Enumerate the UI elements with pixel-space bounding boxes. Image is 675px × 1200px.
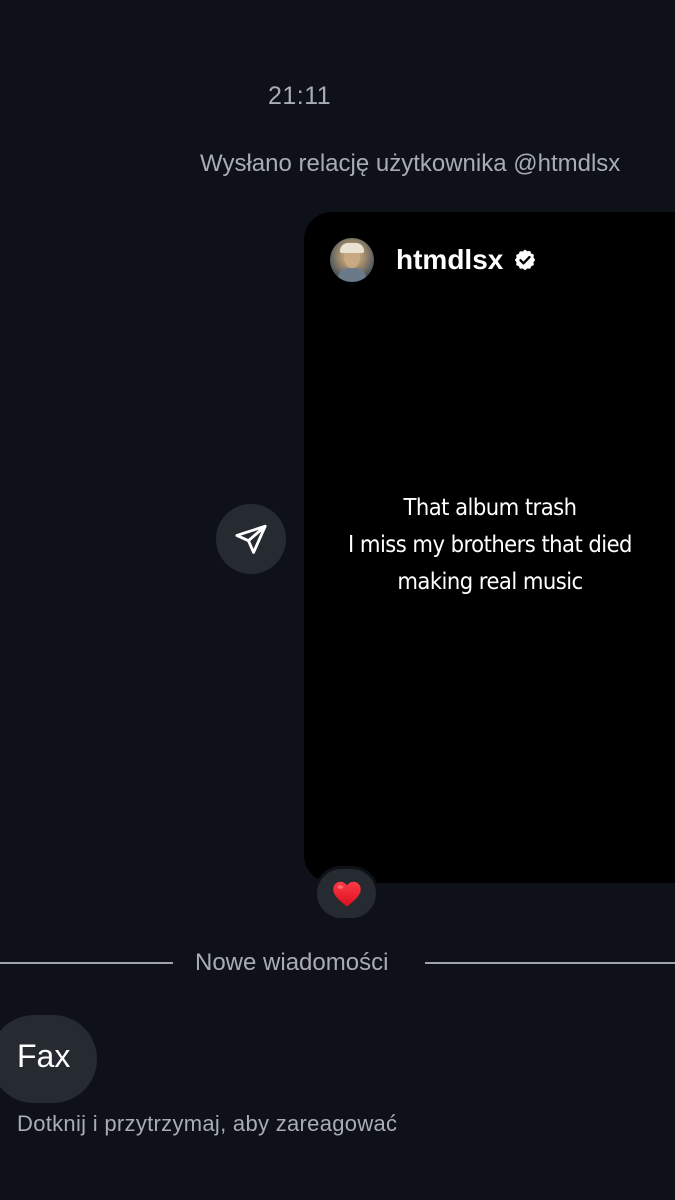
shared-story-card[interactable]: htmdlsx That album trash I miss my broth… bbox=[304, 212, 675, 883]
share-story-button[interactable] bbox=[216, 504, 286, 574]
reaction-hint: Dotknij i przytrzymaj, aby zareagować bbox=[17, 1111, 398, 1136]
story-text: That album trash I miss my brothers that… bbox=[319, 490, 661, 601]
message-text[interactable]: Fax bbox=[17, 1038, 70, 1075]
story-text-line: That album trash bbox=[403, 495, 577, 521]
story-header[interactable]: htmdlsx bbox=[330, 238, 537, 282]
verified-badge-icon bbox=[515, 249, 536, 271]
story-share-caption: Wysłano relację użytkownika @htmdlsx bbox=[200, 150, 621, 177]
paper-plane-icon bbox=[235, 524, 267, 554]
story-author-username[interactable]: htmdlsx bbox=[396, 244, 503, 276]
divider-line-right bbox=[425, 962, 675, 964]
story-text-line: making real music bbox=[397, 569, 583, 595]
message-timestamp: 21:11 bbox=[268, 82, 332, 110]
new-messages-divider: Nowe wiadomości bbox=[195, 949, 389, 976]
red-heart-emoji bbox=[332, 881, 361, 906]
heart-reaction-badge[interactable] bbox=[314, 866, 379, 921]
story-author-avatar[interactable] bbox=[330, 238, 374, 282]
dm-thread-screen: 21:11 Wysłano relację użytkownika @htmdl… bbox=[0, 0, 675, 1200]
story-text-line: I miss my brothers that died bbox=[348, 532, 632, 558]
divider-line-left bbox=[0, 962, 173, 964]
